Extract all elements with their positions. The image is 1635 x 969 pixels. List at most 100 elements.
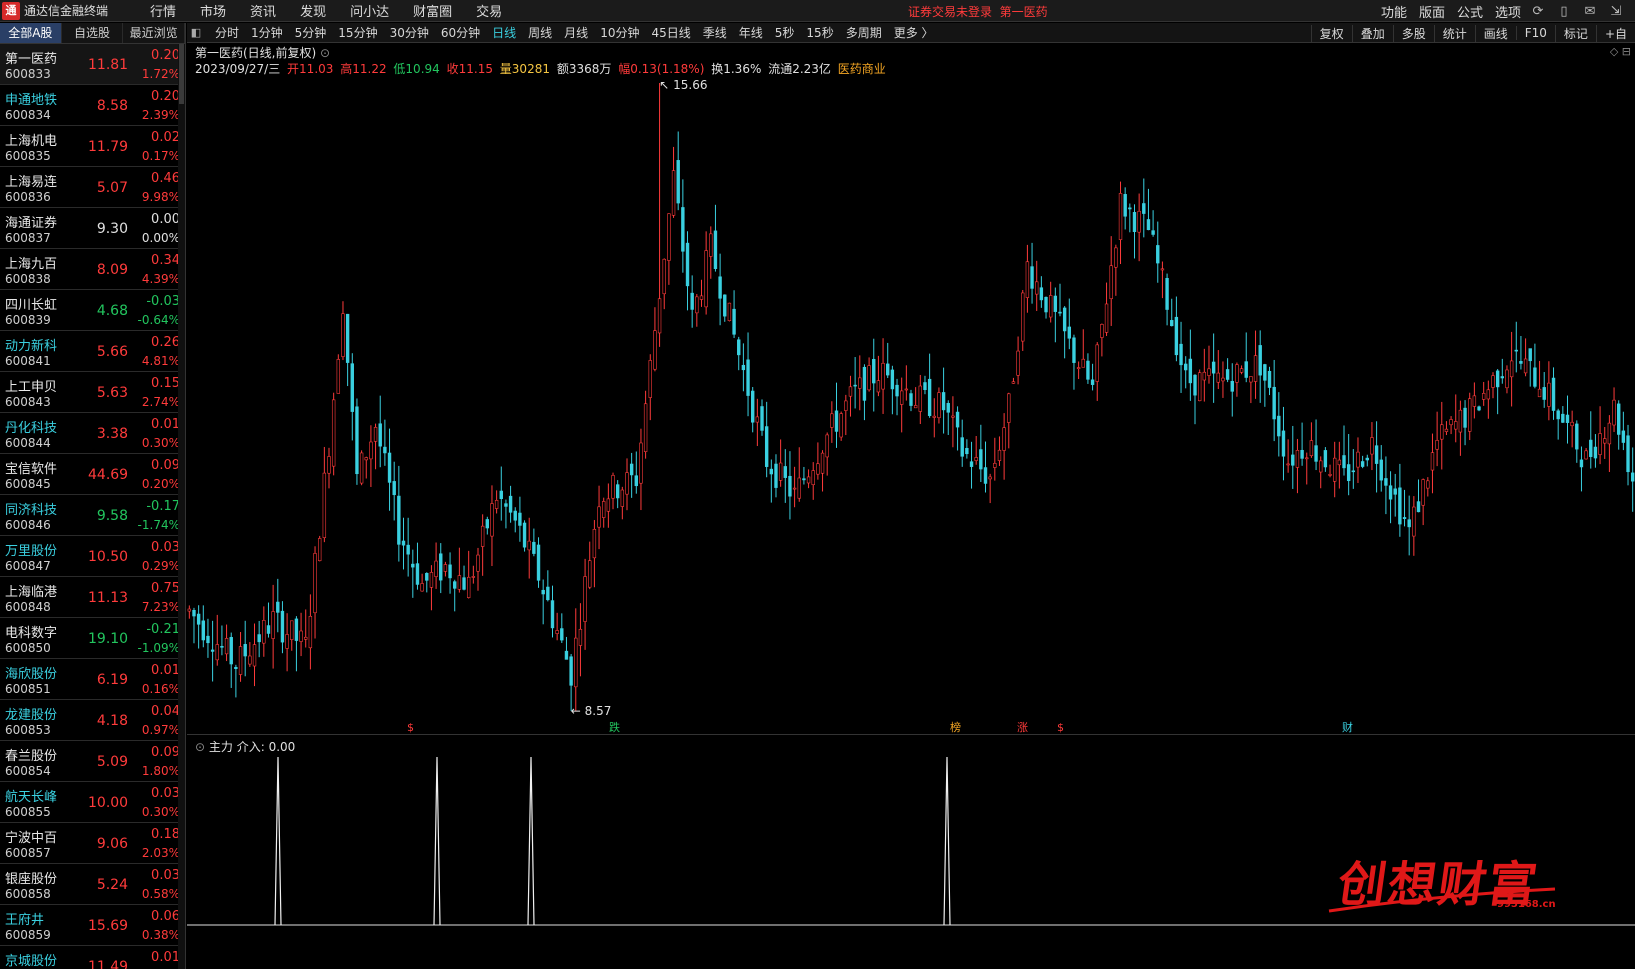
tab-watchlist[interactable]: 自选股 (62, 23, 124, 43)
stock-row[interactable]: 航天长峰 600855 10.00 0.03 0.30% (0, 782, 185, 823)
chart-tool-button[interactable]: +自 (1595, 24, 1635, 42)
stock-row[interactable]: 上海临港 600848 11.13 0.75 7.23% (0, 577, 185, 618)
candle-body (453, 581, 457, 589)
stock-row[interactable]: 四川长虹 600839 4.68 -0.03 -0.64% (0, 290, 185, 331)
chart-tool-button[interactable]: 叠加 (1351, 24, 1393, 42)
period-button[interactable]: 10分钟 (594, 24, 645, 41)
period-button[interactable]: 更多 〉 (888, 24, 940, 41)
period-button[interactable]: 日线 (486, 24, 522, 41)
period-button[interactable]: 15秒 (800, 24, 839, 41)
indicator-dropdown-icon[interactable]: ⊙ (195, 740, 205, 754)
menu-function[interactable]: 功能 (1375, 2, 1413, 21)
menu-item-news[interactable]: 资讯 (238, 1, 288, 20)
period-button[interactable]: 月线 (558, 24, 594, 41)
menu-layout[interactable]: 版面 (1413, 2, 1451, 21)
event-marker[interactable]: 涨 (1017, 721, 1028, 733)
chart-tool-button[interactable]: 统计 (1433, 24, 1475, 42)
stock-change-pct: 2.03% (141, 846, 180, 860)
refresh-icon[interactable]: ⟳ (1525, 4, 1551, 19)
stock-row[interactable]: 银座股份 600858 5.24 0.03 0.58% (0, 864, 185, 905)
period-button[interactable]: 多周期 (840, 24, 888, 41)
candle-body (671, 170, 676, 216)
candle-body (210, 649, 215, 652)
period-button[interactable]: 5秒 (769, 24, 801, 41)
candle-body (615, 484, 620, 499)
candle-body (709, 233, 713, 257)
stock-row[interactable]: 海通证券 600837 9.30 0.00 0.00% (0, 208, 185, 249)
stock-row[interactable]: 万里股份 600847 10.50 0.03 0.29% (0, 536, 185, 577)
period-button[interactable]: 1分钟 (245, 24, 289, 41)
period-button[interactable]: 15分钟 (332, 24, 383, 41)
period-button[interactable]: 5分钟 (289, 24, 333, 41)
event-marker[interactable]: $ (1057, 721, 1064, 733)
stock-row[interactable]: 第一医药 600833 11.81 0.20 1.72% (0, 44, 185, 85)
menu-options[interactable]: 选项 (1489, 2, 1527, 21)
menu-item-ask[interactable]: 问小达 (338, 1, 401, 20)
stock-row[interactable]: 春兰股份 600854 5.09 0.09 1.80% (0, 741, 185, 782)
chart-dropdown-icon[interactable]: ⊙ (320, 46, 330, 60)
message-icon[interactable]: ✉ (1577, 4, 1603, 19)
info-sector[interactable]: 医药商业 (838, 62, 886, 76)
stock-row[interactable]: 龙建股份 600853 4.18 0.04 0.97% (0, 700, 185, 741)
candle-body (1593, 446, 1598, 459)
candle-body (1309, 440, 1314, 457)
event-marker[interactable]: 榜 (950, 720, 961, 733)
candle-body (583, 576, 587, 622)
stock-row[interactable]: 上工申贝 600843 5.63 0.15 2.74% (0, 372, 185, 413)
period-button[interactable]: 45日线 (645, 24, 696, 41)
menu-item-quotes[interactable]: 行情 (138, 1, 188, 20)
stock-row[interactable]: 宝信软件 600845 44.69 0.09 0.20% (0, 454, 185, 495)
menu-formula[interactable]: 公式 (1451, 2, 1489, 21)
tab-all-a-shares[interactable]: 全部A股 (0, 23, 62, 43)
period-button[interactable]: 年线 (733, 24, 769, 41)
candle-body (1398, 487, 1402, 525)
event-marker[interactable]: 财 (1342, 720, 1353, 733)
stock-row[interactable]: 上海机电 600835 11.79 0.02 0.17% (0, 126, 185, 167)
chart-corner-icons[interactable]: ◇ ⊟ (1610, 45, 1631, 58)
chart-tool-button[interactable]: 标记 (1554, 24, 1596, 42)
candle-body (257, 634, 261, 643)
menu-item-market[interactable]: 市场 (188, 1, 238, 20)
period-button[interactable]: 60分钟 (435, 24, 486, 41)
stock-row[interactable]: 动力新科 600841 5.66 0.26 4.81% (0, 331, 185, 372)
stock-code: 600836 (5, 190, 51, 204)
stock-row[interactable]: 上海九百 600838 8.09 0.34 4.39% (0, 249, 185, 290)
stock-row[interactable]: 电科数字 600850 19.10 -0.21 -1.09% (0, 618, 185, 659)
stock-row[interactable]: 京城股份 11.49 0.01 (0, 946, 185, 969)
stock-change-pct: 0.58% (141, 887, 180, 901)
stock-row[interactable]: 宁波中百 600857 9.06 0.18 2.03% (0, 823, 185, 864)
menu-item-discover[interactable]: 发现 (288, 1, 338, 20)
stock-row[interactable]: 丹化科技 600844 3.38 0.01 0.30% (0, 413, 185, 454)
menu-item-trade[interactable]: 交易 (464, 1, 514, 20)
stock-row[interactable]: 王府井 600859 15.69 0.06 0.38% (0, 905, 185, 946)
chart-tool-button[interactable]: 多股 (1392, 24, 1434, 42)
period-button[interactable]: 分时 (209, 24, 245, 41)
candle-body (997, 449, 1002, 461)
stock-row[interactable]: 同济科技 600846 9.58 -0.17 -1.74% (0, 495, 185, 536)
stock-list-scrollbar[interactable] (178, 44, 185, 969)
kline-chart[interactable]: ↖ 15.66 ← 8.57 $ 跌 榜 涨 $ 财 (187, 43, 1635, 733)
period-button[interactable]: 季线 (697, 24, 733, 41)
tab-recent[interactable]: 最近浏览 (123, 23, 185, 43)
chart-tool-button[interactable]: 复权 (1310, 24, 1352, 42)
sidebar-toggle-icon[interactable]: ◧ (187, 24, 205, 42)
event-marker[interactable]: 跌 (609, 720, 620, 733)
stock-row[interactable]: 海欣股份 600851 6.19 0.01 0.16% (0, 659, 185, 700)
candle-body (1179, 343, 1183, 366)
event-marker[interactable]: $ (407, 721, 414, 733)
stock-row[interactable]: 申通地铁 600834 8.58 0.20 2.39% (0, 85, 185, 126)
phone-icon[interactable]: ▯ (1551, 4, 1577, 19)
stock-row[interactable]: 上海易连 600836 5.07 0.46 9.98% (0, 167, 185, 208)
expand-icon[interactable]: ⇲ (1603, 4, 1629, 19)
chart-tool-button[interactable]: 画线 (1474, 24, 1516, 42)
period-button[interactable]: 周线 (522, 24, 558, 41)
chart-tool-button[interactable]: F10 (1515, 26, 1555, 40)
stock-change: 0.01 (151, 950, 180, 965)
indicator-spike (527, 756, 535, 926)
candle-body (308, 616, 313, 649)
menu-item-wealth[interactable]: 财富圈 (401, 1, 464, 20)
scrollbar-thumb[interactable] (179, 44, 184, 104)
period-button[interactable]: 30分钟 (384, 24, 435, 41)
candle-body (844, 400, 848, 411)
login-status[interactable]: 证券交易未登录 第一医药 (908, 3, 1048, 20)
